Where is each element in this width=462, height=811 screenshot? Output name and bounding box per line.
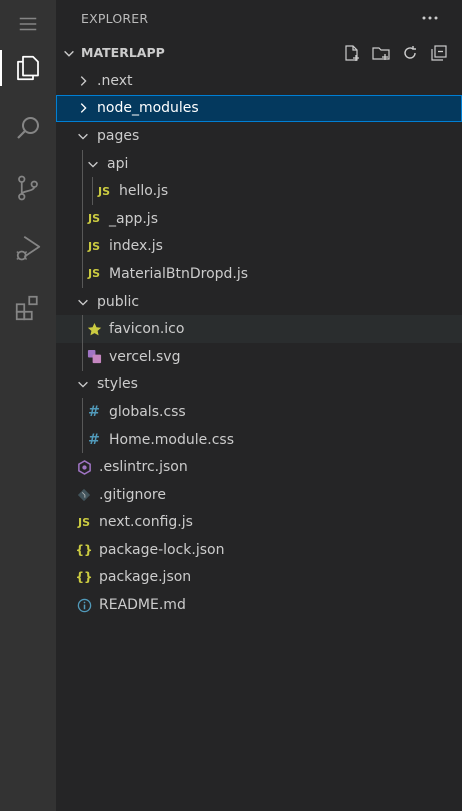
collapse-all-icon[interactable] — [428, 42, 450, 64]
tree-file-index-js[interactable]: JS index.js — [56, 232, 462, 261]
tree-label: package.json — [99, 569, 192, 586]
indent-guide — [82, 204, 83, 233]
tree-file-gitignore[interactable]: .gitignore — [56, 481, 462, 509]
tree-folder-next[interactable]: .next — [56, 67, 462, 95]
search-icon[interactable] — [0, 104, 56, 152]
explorer-header: EXPLORER — [56, 0, 462, 36]
indent-guide — [82, 315, 83, 343]
indent-guide — [82, 149, 83, 178]
indent-guide — [82, 342, 83, 371]
indent-guide — [92, 177, 93, 205]
tree-file-vercel-svg[interactable]: vercel.svg — [56, 342, 462, 371]
indent-guide — [82, 232, 83, 261]
explorer-icon[interactable] — [0, 44, 56, 92]
css-file-icon: # — [88, 403, 100, 420]
source-control-icon[interactable] — [0, 164, 56, 212]
tree-label: Home.module.css — [109, 431, 234, 448]
tree-label: hello.js — [119, 183, 169, 200]
tree-label: README.md — [99, 597, 186, 614]
chevron-down-icon — [75, 128, 91, 144]
tree-file-package-json[interactable]: {} package.json — [56, 564, 462, 592]
indent-guide — [82, 177, 83, 205]
css-file-icon: # — [88, 431, 100, 448]
javascript-file-icon: JS — [77, 515, 90, 529]
star-icon — [85, 320, 103, 338]
tree-file-readme-md[interactable]: README.md — [56, 591, 462, 619]
menu-icon[interactable] — [0, 0, 56, 48]
tree-label: node_modules — [97, 100, 199, 117]
chevron-down-icon — [75, 294, 91, 310]
tree-file-hello-js[interactable]: JS hello.js — [56, 177, 462, 205]
json-file-icon: {} — [75, 570, 93, 585]
tree-folder-pages[interactable]: pages — [56, 122, 462, 150]
chevron-right-icon — [75, 100, 91, 116]
tree-label: vercel.svg — [109, 348, 181, 365]
tree-folder-api[interactable]: api — [56, 149, 462, 178]
workspace-title: MATERLAPP — [81, 45, 165, 60]
explorer-title: EXPLORER — [81, 11, 149, 26]
chevron-down-icon — [62, 46, 76, 60]
chevron-right-icon — [75, 73, 91, 89]
workspace-header[interactable]: MATERLAPP — [56, 40, 462, 66]
indent-guide — [82, 260, 83, 288]
tree-folder-public[interactable]: public — [56, 288, 462, 316]
tree-file-eslintrc-json[interactable]: .eslintrc.json — [56, 453, 462, 481]
chevron-down-icon — [85, 156, 101, 172]
file-tree: .next node_modules pages api JS hello.js — [56, 67, 462, 619]
tree-label: globals.css — [109, 403, 186, 420]
more-actions-icon[interactable] — [420, 8, 440, 28]
indent-guide — [82, 398, 83, 426]
tree-file-materialbtndropd-js[interactable]: JS MaterialBtnDropd.js — [56, 260, 462, 288]
tree-label: styles — [97, 376, 138, 393]
tree-file-next-config-js[interactable]: JS next.config.js — [56, 509, 462, 537]
tree-label: public — [97, 293, 140, 310]
tree-label: pages — [97, 127, 140, 144]
tree-file-globals-css[interactable]: # globals.css — [56, 398, 462, 426]
javascript-file-icon: JS — [87, 239, 100, 253]
tree-label: index.js — [109, 238, 163, 255]
tree-label: .next — [97, 72, 133, 89]
extensions-icon[interactable] — [0, 284, 56, 332]
json-file-icon: {} — [75, 542, 93, 557]
svg-file-icon — [85, 348, 103, 366]
javascript-file-icon: JS — [87, 267, 100, 281]
new-file-icon[interactable] — [341, 42, 363, 64]
git-icon — [75, 486, 93, 504]
tree-file-app-js[interactable]: JS _app.js — [56, 204, 462, 233]
javascript-file-icon: JS — [87, 212, 100, 226]
tree-label: package-lock.json — [99, 541, 225, 558]
chevron-down-icon — [75, 376, 91, 392]
run-debug-icon[interactable] — [0, 224, 56, 272]
tree-file-favicon-ico[interactable]: favicon.ico — [56, 315, 462, 343]
new-folder-icon[interactable] — [370, 42, 392, 64]
info-icon — [75, 596, 93, 614]
tree-label: MaterialBtnDropd.js — [109, 265, 249, 282]
javascript-file-icon: JS — [97, 184, 110, 198]
eslint-icon — [75, 458, 93, 476]
explorer-sidebar: EXPLORER MATERLAPP .next node_modules pa… — [56, 0, 462, 811]
tree-folder-node-modules[interactable]: node_modules — [56, 94, 462, 123]
tree-label: .eslintrc.json — [99, 459, 188, 476]
tree-label: _app.js — [109, 210, 158, 227]
workspace-actions — [341, 42, 450, 64]
tree-label: next.config.js — [99, 514, 193, 531]
tree-label: .gitignore — [99, 486, 166, 503]
indent-guide — [82, 425, 83, 454]
tree-folder-styles[interactable]: styles — [56, 371, 462, 399]
tree-file-package-lock-json[interactable]: {} package-lock.json — [56, 536, 462, 564]
tree-label: api — [107, 155, 129, 172]
activity-bar — [0, 0, 56, 811]
tree-label: favicon.ico — [109, 321, 185, 338]
tree-file-home-module-css[interactable]: # Home.module.css — [56, 425, 462, 454]
refresh-icon[interactable] — [399, 42, 421, 64]
